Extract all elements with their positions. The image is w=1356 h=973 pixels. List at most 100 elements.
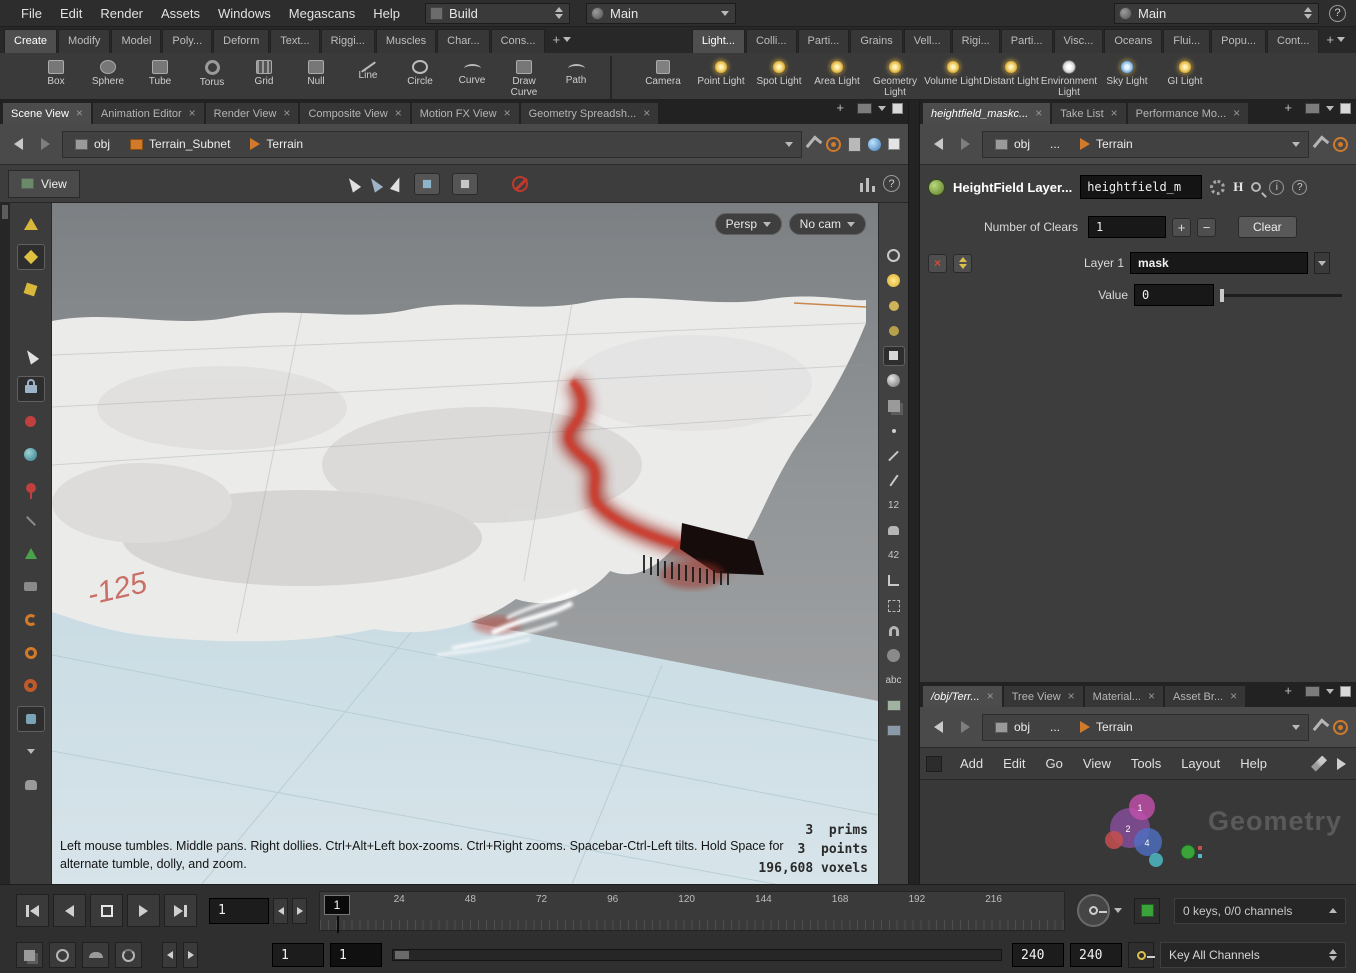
key-all-channels-bar[interactable]: Key All Channels	[1160, 942, 1346, 968]
link-selector-icon[interactable]	[1333, 719, 1348, 735]
headlight-icon[interactable]	[879, 268, 909, 293]
select-objects-icon[interactable]	[366, 174, 383, 193]
point-numbers-icon[interactable]: 12	[879, 493, 909, 518]
value-field[interactable]: 0	[1134, 284, 1214, 306]
dashed-box-icon[interactable]	[879, 593, 909, 618]
normal-lighting-icon[interactable]	[879, 293, 909, 318]
forward-button[interactable]	[955, 717, 975, 737]
network-menu-item[interactable]: Add	[950, 752, 993, 775]
copy-frame-icon[interactable]	[16, 942, 43, 968]
shelf-tool[interactable]: Curve	[446, 56, 498, 99]
view-tool-tab[interactable]: View	[8, 169, 80, 198]
breadcrumb-ellipsis[interactable]: ...	[1040, 716, 1070, 739]
shelf-tab[interactable]: Parti...	[797, 29, 850, 53]
network-menu-item[interactable]: View	[1073, 752, 1121, 775]
scene-selector[interactable]: Main	[586, 2, 736, 24]
network-menu-item[interactable]: Layout	[1171, 752, 1230, 775]
expand-tools-icon[interactable]	[10, 735, 52, 768]
shelf-tool[interactable]: Sky Light	[1098, 56, 1156, 99]
close-tab-icon[interactable]	[987, 690, 994, 703]
shelf-tab[interactable]: Flui...	[1163, 29, 1211, 53]
camera-tool-icon[interactable]	[10, 570, 52, 603]
stop-button[interactable]	[90, 894, 123, 927]
desktop-selector[interactable]: Build	[425, 2, 570, 24]
pane-layout-icon[interactable]	[857, 103, 872, 114]
menubar-item[interactable]: Edit	[51, 2, 91, 25]
pane-menu-icon[interactable]	[878, 106, 886, 111]
shadows-icon[interactable]	[879, 343, 909, 368]
ruler-icon[interactable]	[879, 568, 909, 593]
viewport-left-rail[interactable]	[0, 203, 10, 884]
secure-selection-icon[interactable]	[511, 175, 528, 192]
increment-button[interactable]: +	[1172, 217, 1191, 237]
new-pane-tab-button[interactable]	[1277, 679, 1299, 704]
text-display-icon[interactable]: abc	[879, 668, 909, 693]
disc-icon[interactable]	[879, 643, 909, 668]
pane-tab[interactable]: Animation Editor	[92, 103, 204, 124]
search-icon[interactable]	[1251, 182, 1262, 192]
hscript-icon[interactable]: H	[1233, 179, 1243, 195]
snapshot-image-icon-2[interactable]	[879, 718, 909, 743]
shelf-tab[interactable]: Parti...	[1000, 29, 1053, 53]
forward-button[interactable]	[955, 134, 975, 154]
global-animation-options-icon[interactable]	[49, 942, 76, 968]
menubar-item[interactable]: Render	[91, 2, 152, 25]
pane-tab[interactable]: Material...	[1084, 686, 1163, 707]
link-selector-icon[interactable]	[1333, 136, 1348, 152]
next-key-button[interactable]	[292, 897, 307, 924]
step-back-button[interactable]	[53, 894, 86, 927]
path-dropdown-icon[interactable]	[1292, 141, 1300, 147]
tools-wrench-icon[interactable]	[1311, 755, 1327, 772]
pose-tool-icon[interactable]	[10, 405, 52, 438]
shelf-tab[interactable]: Riggi...	[320, 29, 375, 53]
breadcrumb-terrain[interactable]: Terrain	[1070, 133, 1143, 156]
layers-icon[interactable]	[879, 393, 909, 418]
breadcrumb-terrain[interactable]: Terrain	[1070, 716, 1143, 739]
viewport[interactable]: -125 Persp No cam Left mouse tumbles. Mi…	[0, 203, 908, 884]
overflow-arrow-icon[interactable]	[1337, 757, 1346, 770]
forward-button[interactable]	[35, 134, 55, 154]
new-pane-tab-button[interactable]	[1277, 96, 1299, 121]
pane-tab[interactable]: Asset Br...	[1164, 686, 1246, 707]
menubar-item[interactable]: Windows	[209, 2, 280, 25]
range-next-button[interactable]	[183, 942, 198, 968]
back-button[interactable]	[928, 717, 948, 737]
breadcrumb-obj[interactable]: obj	[985, 716, 1040, 739]
key-options-icon[interactable]	[1114, 908, 1122, 913]
pane-tab[interactable]: Take List	[1052, 103, 1126, 124]
shelf-tab[interactable]: Rigi...	[951, 29, 1000, 53]
shelf-tab[interactable]: Oceans	[1104, 29, 1163, 53]
shelf-tool[interactable]: Box	[30, 56, 82, 99]
info-icon[interactable]: i	[1269, 179, 1285, 195]
shelf-tool[interactable]: Point Light	[692, 56, 750, 99]
back-button[interactable]	[928, 134, 948, 154]
shelf-tool[interactable]: Environment Light	[1040, 56, 1098, 99]
shelf-tab[interactable]: Vell...	[903, 29, 951, 53]
secure-selection-lock-icon[interactable]	[10, 372, 52, 405]
delete-layer-button[interactable]: ×	[928, 253, 947, 273]
close-tab-icon[interactable]	[1230, 690, 1237, 703]
network-canvas[interactable]: 1 2 4 Geometry	[920, 780, 1356, 884]
scoped-channels-icon[interactable]	[1134, 897, 1160, 924]
shelf-tool[interactable]: Null	[290, 56, 342, 99]
key-mode-icon[interactable]	[1128, 942, 1155, 968]
network-menu-item[interactable]: Edit	[993, 752, 1035, 775]
network-menu-item[interactable]: Go	[1036, 752, 1073, 775]
close-tab-icon[interactable]	[1068, 690, 1075, 703]
breadcrumb-terrain[interactable]: Terrain	[240, 133, 313, 156]
shelf-tab[interactable]: Create	[4, 29, 58, 53]
value-slider[interactable]	[1220, 288, 1342, 302]
pane-tab[interactable]: Performance Mo...	[1127, 103, 1249, 124]
close-tab-icon[interactable]	[1111, 107, 1118, 120]
lasso-select-icon[interactable]	[389, 175, 404, 192]
shelf-tab[interactable]: Cons...	[490, 29, 546, 53]
global-start-field[interactable]: 1	[272, 943, 324, 967]
shelf-tab[interactable]: Deform	[213, 29, 270, 53]
high-quality-lighting-icon[interactable]	[879, 318, 909, 343]
shelf-tab[interactable]: Text...	[270, 29, 320, 53]
shelf-tab[interactable]: Visc...	[1053, 29, 1104, 53]
grid-toggle-icon[interactable]	[888, 138, 900, 150]
network-menu-item[interactable]: Help	[1230, 752, 1277, 775]
reorder-layer-button[interactable]	[953, 253, 972, 273]
shelf-tool[interactable]: GI Light	[1156, 56, 1214, 99]
